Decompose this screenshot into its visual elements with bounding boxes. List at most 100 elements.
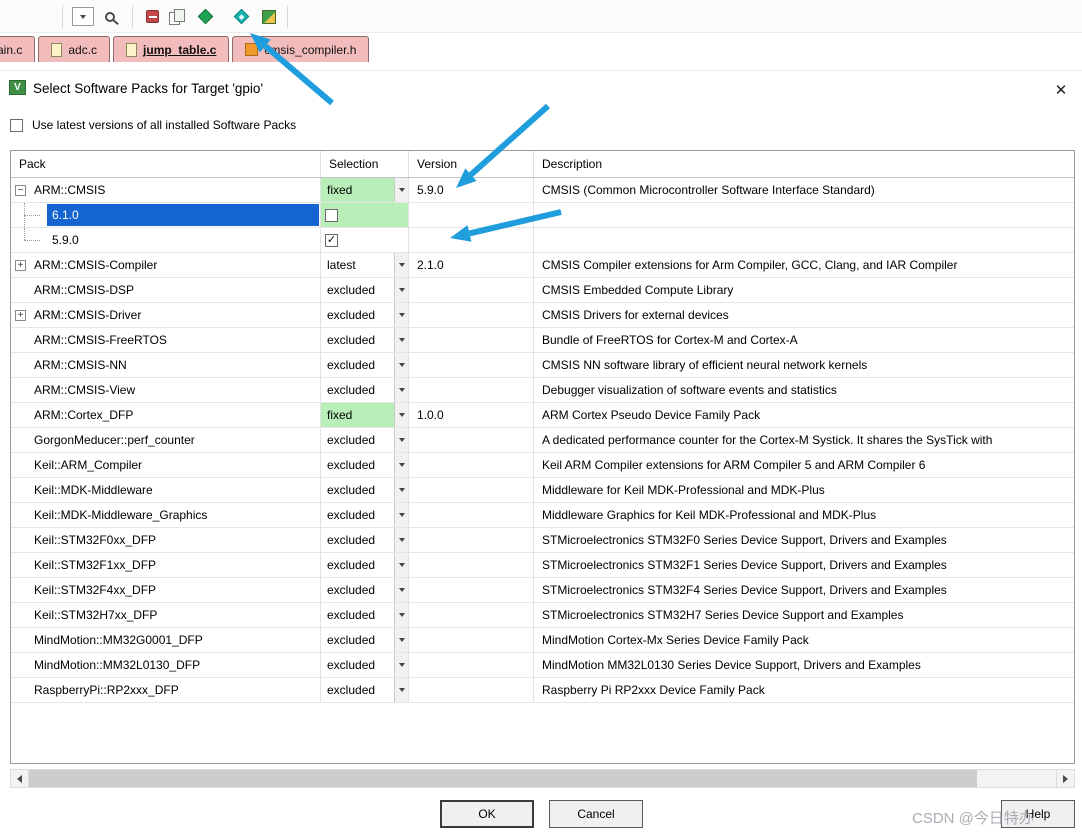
dropdown-button[interactable] [394, 528, 408, 552]
selection-cell[interactable]: excluded [321, 353, 409, 377]
selection-cell[interactable]: excluded [321, 303, 409, 327]
pack-cell[interactable]: MindMotion::MM32L0130_DFP [11, 653, 321, 677]
dropdown-button[interactable] [394, 328, 408, 352]
dropdown-button[interactable] [394, 353, 408, 377]
selection-dropdown[interactable]: fixed [321, 403, 408, 427]
selection-dropdown[interactable]: excluded [321, 678, 408, 702]
pack-cell[interactable]: Keil::STM32F1xx_DFP [11, 553, 321, 577]
selection-cell[interactable]: excluded [321, 528, 409, 552]
dropdown-button[interactable] [394, 278, 408, 302]
selection-cell[interactable]: ✓ [321, 228, 409, 252]
collapse-icon[interactable]: − [15, 184, 26, 196]
table-row[interactable]: Keil::STM32H7xx_DFP excluded STMicroelectr… [11, 603, 1074, 628]
table-row[interactable]: MindMotion::MM32L0130_DFP excluded MindMot… [11, 653, 1074, 678]
pack-cell[interactable]: Keil::STM32H7xx_DFP [11, 603, 321, 627]
selection-dropdown[interactable]: excluded [321, 503, 408, 527]
selection-dropdown[interactable]: excluded [321, 653, 408, 677]
table-row[interactable]: ARM::CMSIS-NN excluded CMSIS NN software l… [11, 353, 1074, 378]
ok-button[interactable]: OK [440, 800, 534, 828]
pack-cell[interactable]: 5.9.0 [11, 228, 321, 252]
pack-cell[interactable]: + ARM::CMSIS-Compiler [11, 253, 321, 277]
table-row[interactable]: Keil::ARM_Compiler excluded Keil ARM Compi… [11, 453, 1074, 478]
selection-dropdown[interactable]: excluded [321, 428, 408, 452]
selection-dropdown[interactable]: excluded [321, 478, 408, 502]
selection-cell[interactable]: excluded [321, 428, 409, 452]
selection-cell[interactable]: excluded [321, 653, 409, 677]
selection-cell[interactable]: excluded [321, 378, 409, 402]
pack-cell[interactable]: Keil::MDK-Middleware_Graphics [11, 503, 321, 527]
pack-cell[interactable]: Keil::STM32F4xx_DFP [11, 578, 321, 602]
pack-cell[interactable]: RaspberryPi::RP2xxx_DFP [11, 678, 321, 702]
table-row[interactable]: Keil::MDK-Middleware_Graphics excluded Mid… [11, 503, 1074, 528]
selection-cell[interactable]: excluded [321, 553, 409, 577]
table-row[interactable]: ARM::Cortex_DFP fixed 1.0.0 ARM Cortex Pseu… [11, 403, 1074, 428]
pack-cell[interactable]: + ARM::CMSIS-Driver [11, 303, 321, 327]
dropdown-button[interactable] [394, 178, 408, 202]
table-row[interactable]: ARM::CMSIS-FreeRTOS excluded Bundle of Fre… [11, 328, 1074, 353]
expand-icon[interactable]: + [15, 259, 26, 271]
selection-cell[interactable] [321, 203, 409, 227]
tab-main-c[interactable]: ain.c [0, 36, 36, 62]
selection-dropdown[interactable]: excluded [321, 553, 408, 577]
table-row[interactable]: − ARM::CMSIS fixed 5.9.0 CMSIS (Common Micro… [11, 178, 1074, 203]
analysis-icon[interactable] [98, 4, 122, 29]
selection-cell[interactable]: excluded [321, 328, 409, 352]
selection-dropdown[interactable]: excluded [321, 378, 408, 402]
selection-dropdown[interactable]: latest [321, 253, 408, 277]
selection-cell[interactable]: excluded [321, 478, 409, 502]
pack-cell[interactable]: GorgonMeducer::perf_counter [11, 428, 321, 452]
table-row[interactable]: ARM::CMSIS-View excluded Debugger visualiz… [11, 378, 1074, 403]
selection-dropdown[interactable]: fixed [321, 178, 408, 202]
selection-cell[interactable]: excluded [321, 603, 409, 627]
selection-cell[interactable]: fixed [321, 178, 409, 202]
pack-cell[interactable]: ARM::CMSIS-NN [11, 353, 321, 377]
selection-cell[interactable]: fixed [321, 403, 409, 427]
table-row[interactable]: 5.9.0 ✓ [11, 228, 1074, 253]
horizontal-scrollbar[interactable] [10, 769, 1075, 788]
dropdown-button[interactable] [394, 603, 408, 627]
cancel-button[interactable]: Cancel [549, 800, 643, 828]
selection-cell[interactable]: excluded [321, 503, 409, 527]
pack-cell[interactable]: Keil::MDK-Middleware [11, 478, 321, 502]
pack-cell[interactable]: ARM::Cortex_DFP [11, 403, 321, 427]
dropdown-button[interactable] [394, 253, 408, 277]
dropdown-button[interactable] [394, 403, 408, 427]
pack-installer-icon[interactable] [257, 4, 281, 29]
dropdown-button[interactable] [394, 578, 408, 602]
selection-dropdown[interactable]: excluded [321, 578, 408, 602]
pack-cell[interactable]: ARM::CMSIS-View [11, 378, 321, 402]
options-icon[interactable] [140, 4, 164, 29]
table-row[interactable]: + ARM::CMSIS-Compiler latest 2.1.0 CMSIS Com… [11, 253, 1074, 278]
pack-cell[interactable]: Keil::ARM_Compiler [11, 453, 321, 477]
table-row[interactable]: Keil::STM32F0xx_DFP excluded STMicroelectr… [11, 528, 1074, 553]
table-row[interactable]: GorgonMeducer::perf_counter excluded A ded… [11, 428, 1074, 453]
scrollbar-thumb[interactable] [29, 770, 977, 787]
table-row[interactable]: + ARM::CMSIS-Driver excluded CMSIS Drivers … [11, 303, 1074, 328]
pack-cell[interactable]: − ARM::CMSIS [11, 178, 321, 202]
selection-dropdown[interactable]: excluded [321, 628, 408, 652]
selection-cell[interactable]: excluded [321, 578, 409, 602]
tab-jump-table-c[interactable]: jump_table.c [113, 36, 230, 62]
table-row[interactable]: MindMotion::MM32G0001_DFP excluded MindMot… [11, 628, 1074, 653]
selection-dropdown[interactable]: excluded [321, 353, 408, 377]
pack-cell[interactable]: ARM::CMSIS-FreeRTOS [11, 328, 321, 352]
dropdown-button[interactable] [394, 503, 408, 527]
table-row[interactable]: Keil::STM32F1xx_DFP excluded STMicroelectr… [11, 553, 1074, 578]
dropdown-button[interactable] [394, 553, 408, 577]
selection-dropdown[interactable]: excluded [321, 278, 408, 302]
scroll-left-button[interactable] [11, 770, 29, 787]
table-row[interactable]: Keil::MDK-Middleware excluded Middleware f… [11, 478, 1074, 503]
pack-cell[interactable]: MindMotion::MM32G0001_DFP [11, 628, 321, 652]
selection-cell[interactable]: excluded [321, 453, 409, 477]
dropdown-button[interactable] [394, 378, 408, 402]
version-checkbox[interactable]: ✓ [325, 233, 338, 247]
dropdown-button[interactable] [394, 303, 408, 327]
selection-dropdown[interactable]: excluded [321, 303, 408, 327]
tab-cmsis-compiler-h[interactable]: cmsis_compiler.h [232, 36, 370, 62]
scroll-right-button[interactable] [1056, 770, 1074, 787]
pack-cell[interactable]: Keil::STM32F0xx_DFP [11, 528, 321, 552]
table-row[interactable]: 6.1.0 [11, 203, 1074, 228]
pack-cell[interactable]: ARM::CMSIS-DSP [11, 278, 321, 302]
table-row[interactable]: Keil::STM32F4xx_DFP excluded STMicroelectr… [11, 578, 1074, 603]
selection-cell[interactable]: excluded [321, 278, 409, 302]
